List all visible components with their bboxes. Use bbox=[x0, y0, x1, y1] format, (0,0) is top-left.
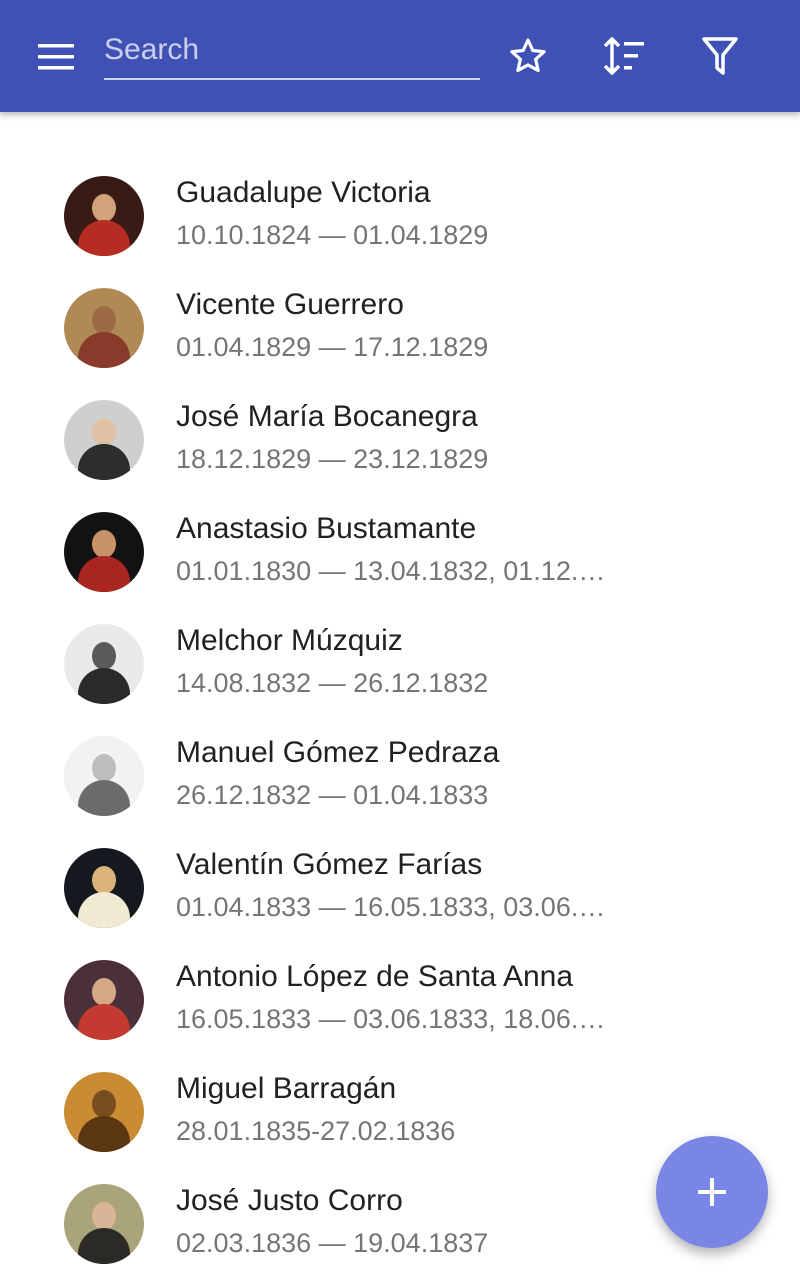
filter-icon bbox=[702, 37, 738, 75]
president-name: José María Bocanegra bbox=[176, 400, 478, 433]
president-name: Antonio López de Santa Anna bbox=[176, 960, 574, 993]
president-name: Valentín Gómez Farías bbox=[176, 848, 483, 881]
search-input[interactable] bbox=[104, 22, 480, 80]
avatar bbox=[64, 848, 144, 928]
term-dates: 02.03.1836 — 19.04.1837 bbox=[176, 1228, 489, 1258]
president-name: José Justo Corro bbox=[176, 1184, 403, 1217]
list-item[interactable]: Anastasio Bustamante 01.01.1830 — 13.04.… bbox=[0, 496, 800, 608]
avatar bbox=[64, 1184, 144, 1264]
app-bar bbox=[0, 0, 800, 112]
term-dates: 01.04.1833 — 16.05.1833, 03.06.1… bbox=[176, 892, 618, 922]
president-name: Guadalupe Victoria bbox=[176, 176, 431, 209]
sort-icon bbox=[603, 37, 644, 75]
avatar bbox=[64, 288, 144, 368]
sort-button[interactable] bbox=[596, 28, 652, 84]
avatar bbox=[64, 512, 144, 592]
term-dates: 28.01.1835-27.02.1836 bbox=[176, 1116, 456, 1146]
list-item[interactable]: José María Bocanegra 18.12.1829 — 23.12.… bbox=[0, 384, 800, 496]
term-dates: 10.10.1824 — 01.04.1829 bbox=[176, 220, 489, 250]
avatar bbox=[64, 960, 144, 1040]
term-dates: 18.12.1829 — 23.12.1829 bbox=[176, 444, 489, 474]
term-dates: 01.01.1830 — 13.04.1832, 01.12.1… bbox=[176, 556, 618, 586]
menu-icon bbox=[38, 44, 74, 70]
president-name: Melchor Múzquiz bbox=[176, 624, 403, 657]
term-dates: 14.08.1832 — 26.12.1832 bbox=[176, 668, 489, 698]
term-dates: 26.12.1832 — 01.04.1833 bbox=[176, 780, 489, 810]
plus-icon bbox=[698, 1178, 726, 1206]
list-item[interactable]: Manuel Gómez Pedraza 26.12.1832 — 01.04.… bbox=[0, 720, 800, 832]
filter-button[interactable] bbox=[692, 28, 748, 84]
search-field bbox=[104, 22, 480, 82]
president-name: Anastasio Bustamante bbox=[176, 512, 477, 545]
avatar bbox=[64, 1072, 144, 1152]
list-item[interactable]: Melchor Múzquiz 14.08.1832 — 26.12.1832 bbox=[0, 608, 800, 720]
list-item[interactable]: Vicente Guerrero 01.04.1829 — 17.12.1829 bbox=[0, 272, 800, 384]
star-outline-icon bbox=[510, 38, 546, 73]
list-item[interactable]: Guadalupe Victoria 10.10.1824 — 01.04.18… bbox=[0, 160, 800, 272]
list-item[interactable]: Valentín Gómez Farías 01.04.1833 — 16.05… bbox=[0, 832, 800, 944]
term-dates: 16.05.1833 — 03.06.1833, 18.06.1… bbox=[176, 1004, 618, 1034]
list-item[interactable]: Antonio López de Santa Anna 16.05.1833 —… bbox=[0, 944, 800, 1056]
president-name: Miguel Barragán bbox=[176, 1072, 397, 1105]
avatar bbox=[64, 624, 144, 704]
add-button[interactable] bbox=[656, 1136, 768, 1248]
favorites-button[interactable] bbox=[500, 28, 556, 84]
president-name: Manuel Gómez Pedraza bbox=[176, 736, 500, 769]
avatar bbox=[64, 400, 144, 480]
avatar bbox=[64, 736, 144, 816]
term-dates: 01.04.1829 — 17.12.1829 bbox=[176, 332, 489, 362]
avatar bbox=[64, 176, 144, 256]
president-name: Vicente Guerrero bbox=[176, 288, 404, 321]
menu-button[interactable] bbox=[24, 32, 88, 80]
